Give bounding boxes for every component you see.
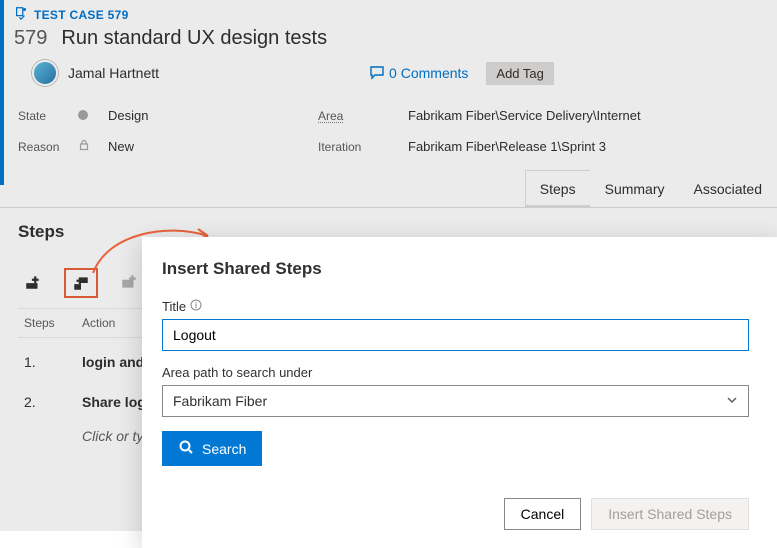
add-tag-button[interactable]: Add Tag [486, 62, 553, 85]
comments-link[interactable]: 0 Comments [369, 64, 468, 83]
tab-summary[interactable]: Summary [590, 170, 680, 207]
steps-col-action: Action [82, 316, 115, 330]
state-value[interactable]: Design [108, 108, 318, 123]
chevron-down-icon [726, 393, 738, 409]
search-button[interactable]: Search [162, 431, 262, 466]
title-input[interactable] [162, 319, 749, 351]
comment-icon [369, 64, 385, 83]
workitem-title[interactable]: Run standard UX design tests [61, 27, 327, 50]
steps-col-number: Steps [24, 316, 64, 330]
test-case-icon [14, 6, 28, 23]
iteration-label: Iteration [318, 140, 408, 154]
step-number: 1. [24, 354, 64, 370]
comments-count: 0 Comments [389, 65, 468, 81]
cancel-button[interactable]: Cancel [504, 498, 582, 530]
reason-label: Reason [18, 140, 78, 154]
step-number: 2. [24, 394, 64, 410]
dialog-title: Insert Shared Steps [162, 259, 749, 279]
title-field-label: Title [162, 299, 186, 314]
area-label: Area [318, 109, 408, 123]
step-action: Share log- [82, 394, 150, 410]
info-icon[interactable] [190, 299, 202, 314]
search-icon [178, 439, 194, 458]
tab-associated[interactable]: Associated [679, 170, 777, 207]
avatar[interactable] [32, 60, 58, 86]
area-path-value: Fabrikam Fiber [173, 393, 267, 409]
tab-steps[interactable]: Steps [525, 170, 591, 207]
search-button-label: Search [202, 441, 246, 457]
insert-shared-steps-submit: Insert Shared Steps [591, 498, 749, 530]
workitem-type-label: TEST CASE 579 [34, 8, 129, 22]
area-path-label: Area path to search under [162, 365, 312, 380]
add-step-icon[interactable] [24, 273, 42, 294]
iteration-value[interactable]: Fabrikam Fiber\Release 1\Sprint 3 [408, 139, 763, 154]
lock-icon [78, 139, 108, 154]
reason-value: New [108, 139, 318, 154]
state-label: State [18, 109, 78, 123]
insert-shared-steps-button[interactable] [64, 268, 98, 298]
state-dot-icon [78, 108, 108, 123]
area-value[interactable]: Fabrikam Fiber\Service Delivery\Internet [408, 108, 763, 123]
assignee-name[interactable]: Jamal Hartnett [68, 65, 159, 81]
area-path-select[interactable]: Fabrikam Fiber [162, 385, 749, 417]
insert-shared-steps-dialog: Insert Shared Steps Title Area path to s… [142, 237, 777, 548]
toolbar-disabled-icon [120, 273, 138, 294]
workitem-id: 579 [14, 27, 47, 50]
